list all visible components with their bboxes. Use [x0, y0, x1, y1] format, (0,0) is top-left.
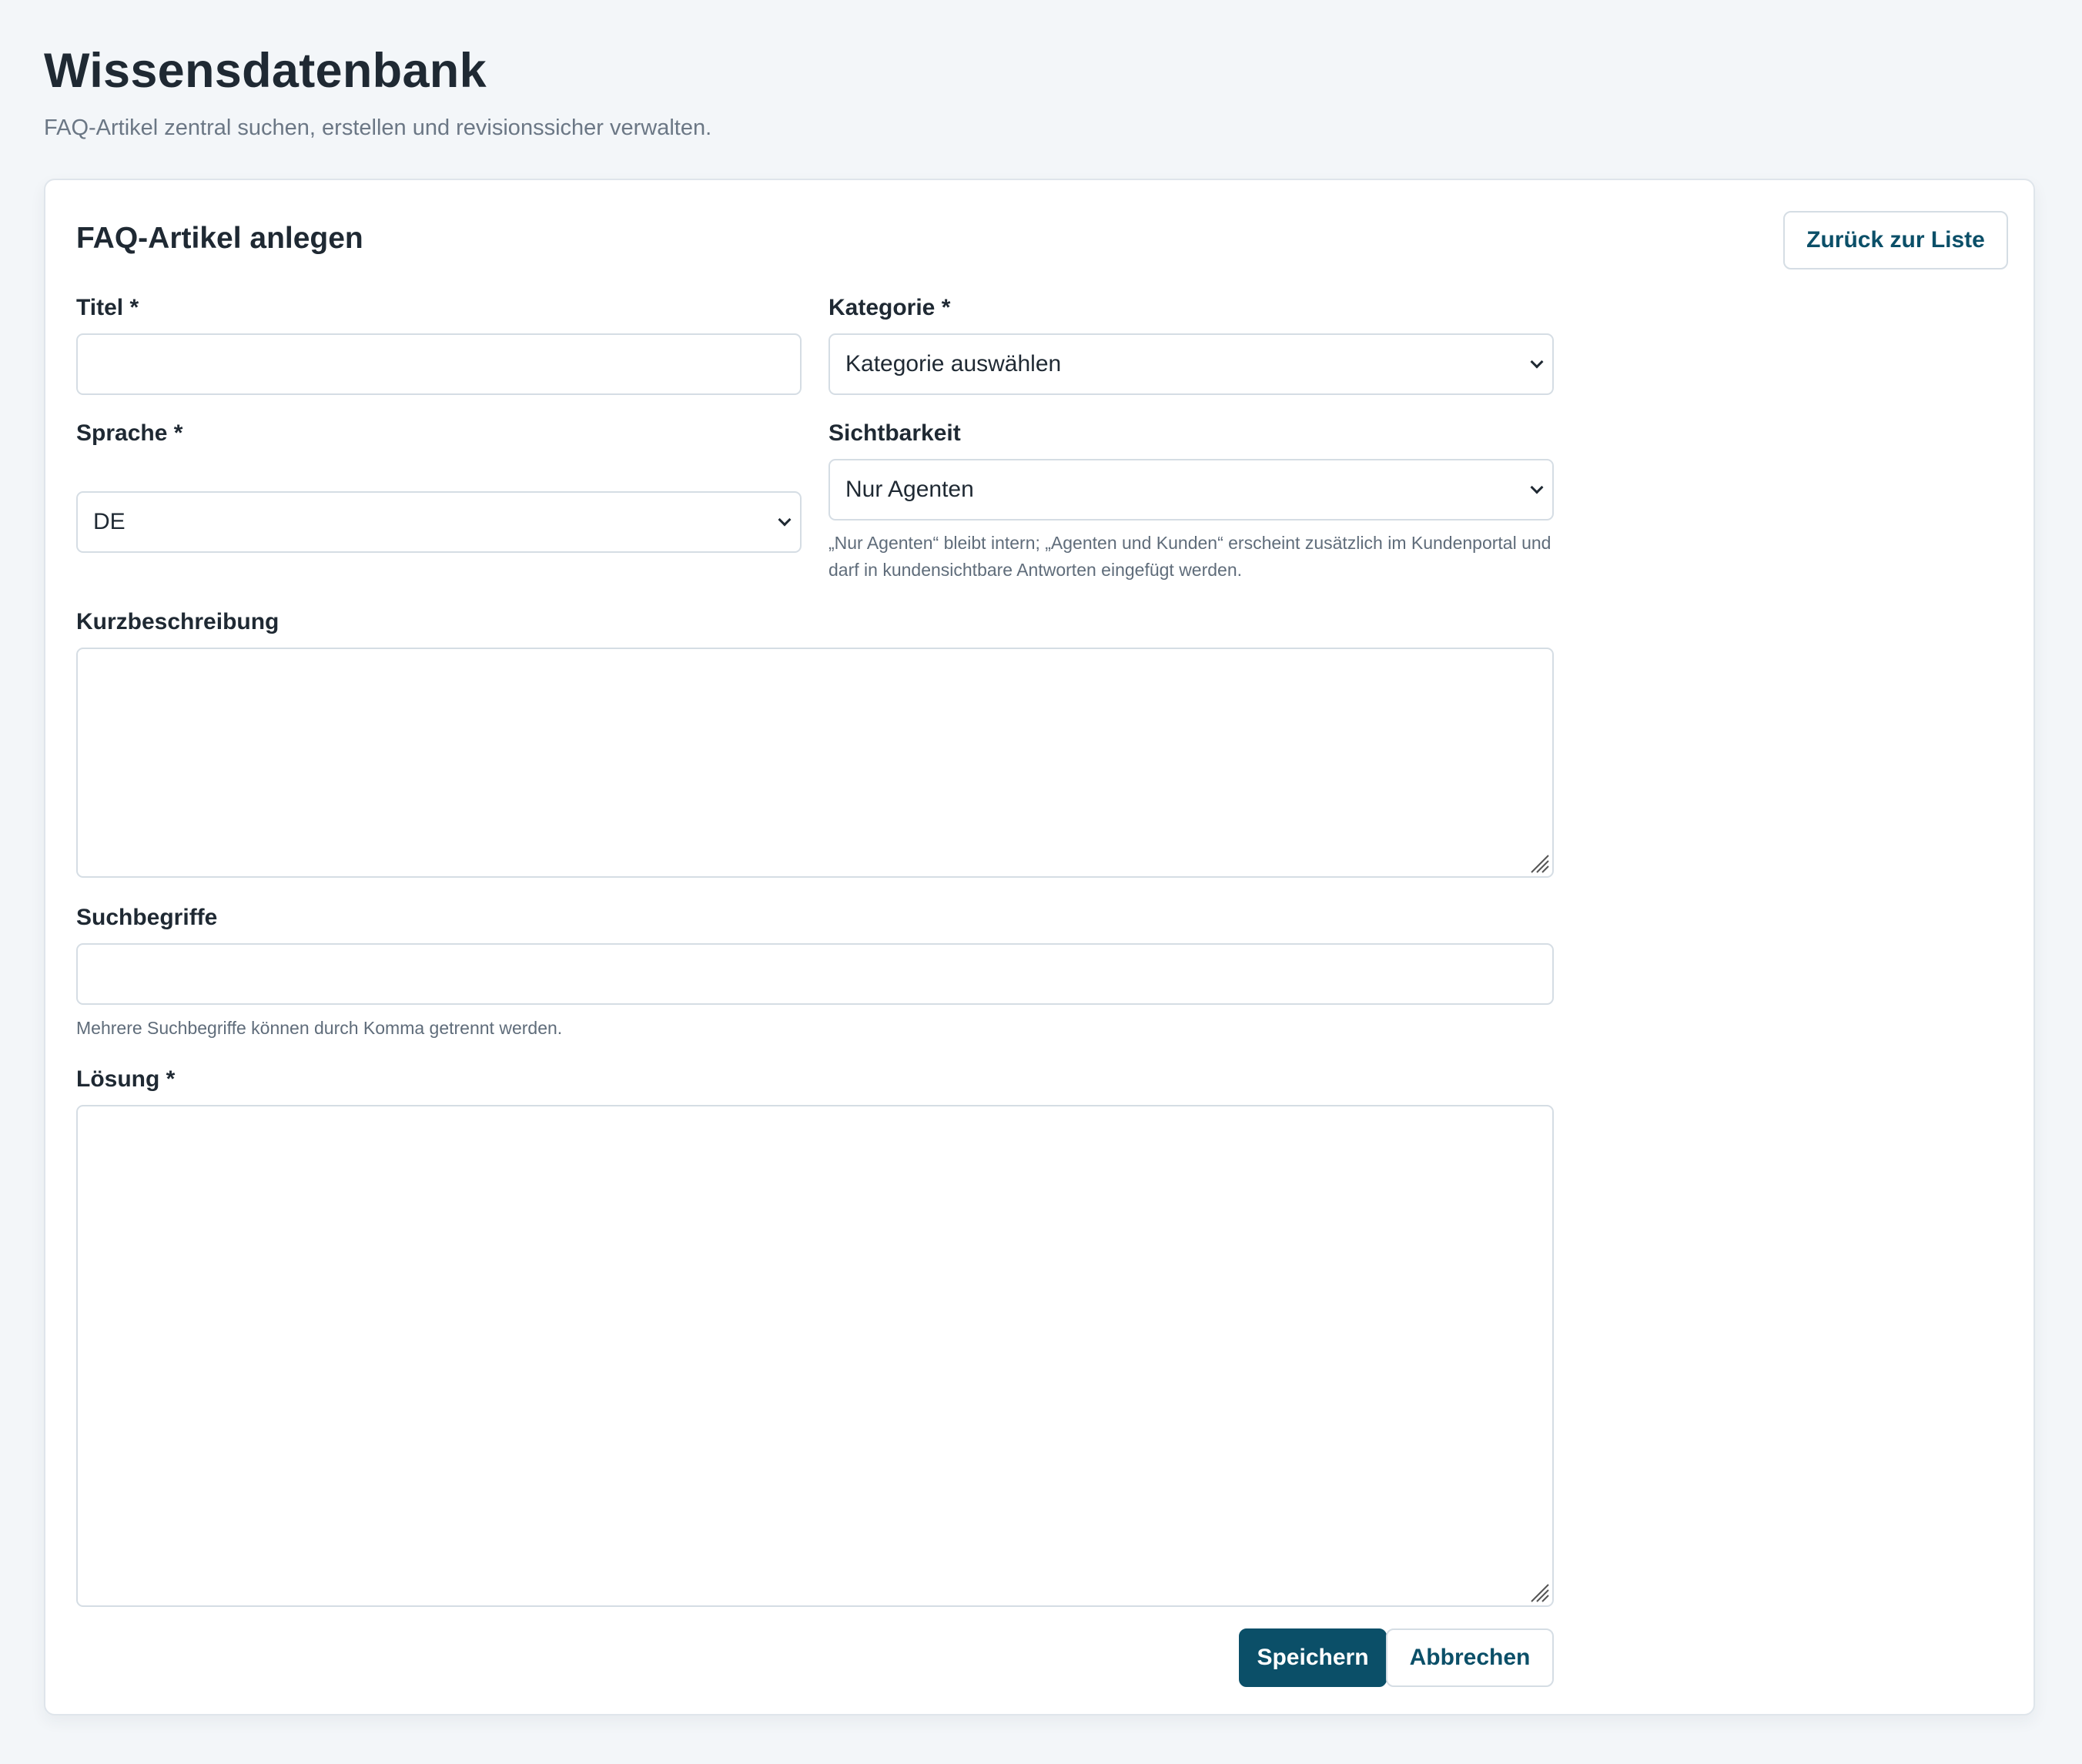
page: Wissensdatenbank FAQ-Artikel zentral suc…	[44, 38, 2038, 1715]
save-button[interactable]: Speichern	[1239, 1628, 1387, 1687]
kurzbeschreibung-textarea[interactable]	[76, 648, 1554, 878]
sichtbarkeit-select-value: Nur Agenten	[845, 477, 974, 502]
chevron-down-icon	[778, 513, 792, 527]
chevron-down-icon	[1530, 480, 1544, 494]
resize-grip-icon[interactable]	[1528, 1581, 1549, 1602]
cancel-button[interactable]: Abbrechen	[1386, 1628, 1554, 1687]
loesung-textarea[interactable]	[76, 1105, 1554, 1607]
sprache-select[interactable]: DE	[76, 491, 802, 553]
suchbegriffe-input[interactable]	[76, 943, 1554, 1005]
kategorie-select-value: Kategorie auswählen	[845, 351, 1062, 377]
chevron-down-icon	[1530, 355, 1544, 369]
kategorie-label: Kategorie *	[828, 295, 951, 320]
kategorie-select[interactable]: Kategorie auswählen	[828, 333, 1554, 395]
resize-grip-icon[interactable]	[1528, 852, 1549, 873]
loesung-label: Lösung *	[76, 1066, 176, 1092]
sichtbarkeit-select[interactable]: Nur Agenten	[828, 459, 1554, 520]
page-subtitle: FAQ-Artikel zentral suchen, erstellen un…	[44, 115, 712, 140]
page-title: Wissensdatenbank	[44, 44, 487, 98]
form-title: FAQ-Artikel anlegen	[76, 222, 363, 255]
sichtbarkeit-hint: „Nur Agenten“ bleibt intern; „Agenten un…	[828, 533, 1551, 580]
kurzbeschreibung-label: Kurzbeschreibung	[76, 609, 279, 634]
titel-label: Titel *	[76, 295, 139, 320]
faq-form-card: FAQ-Artikel anlegen Zurück zur Liste Tit…	[44, 179, 2035, 1715]
sprache-select-value: DE	[93, 509, 126, 534]
suchbegriffe-label: Suchbegriffe	[76, 905, 218, 930]
back-to-list-button[interactable]: Zurück zur Liste	[1783, 211, 2008, 269]
sprache-label: Sprache *	[76, 420, 183, 446]
sichtbarkeit-label: Sichtbarkeit	[828, 420, 961, 446]
titel-input[interactable]	[76, 333, 802, 395]
suchbegriffe-hint: Mehrere Suchbegriffe können durch Komma …	[76, 1018, 563, 1038]
